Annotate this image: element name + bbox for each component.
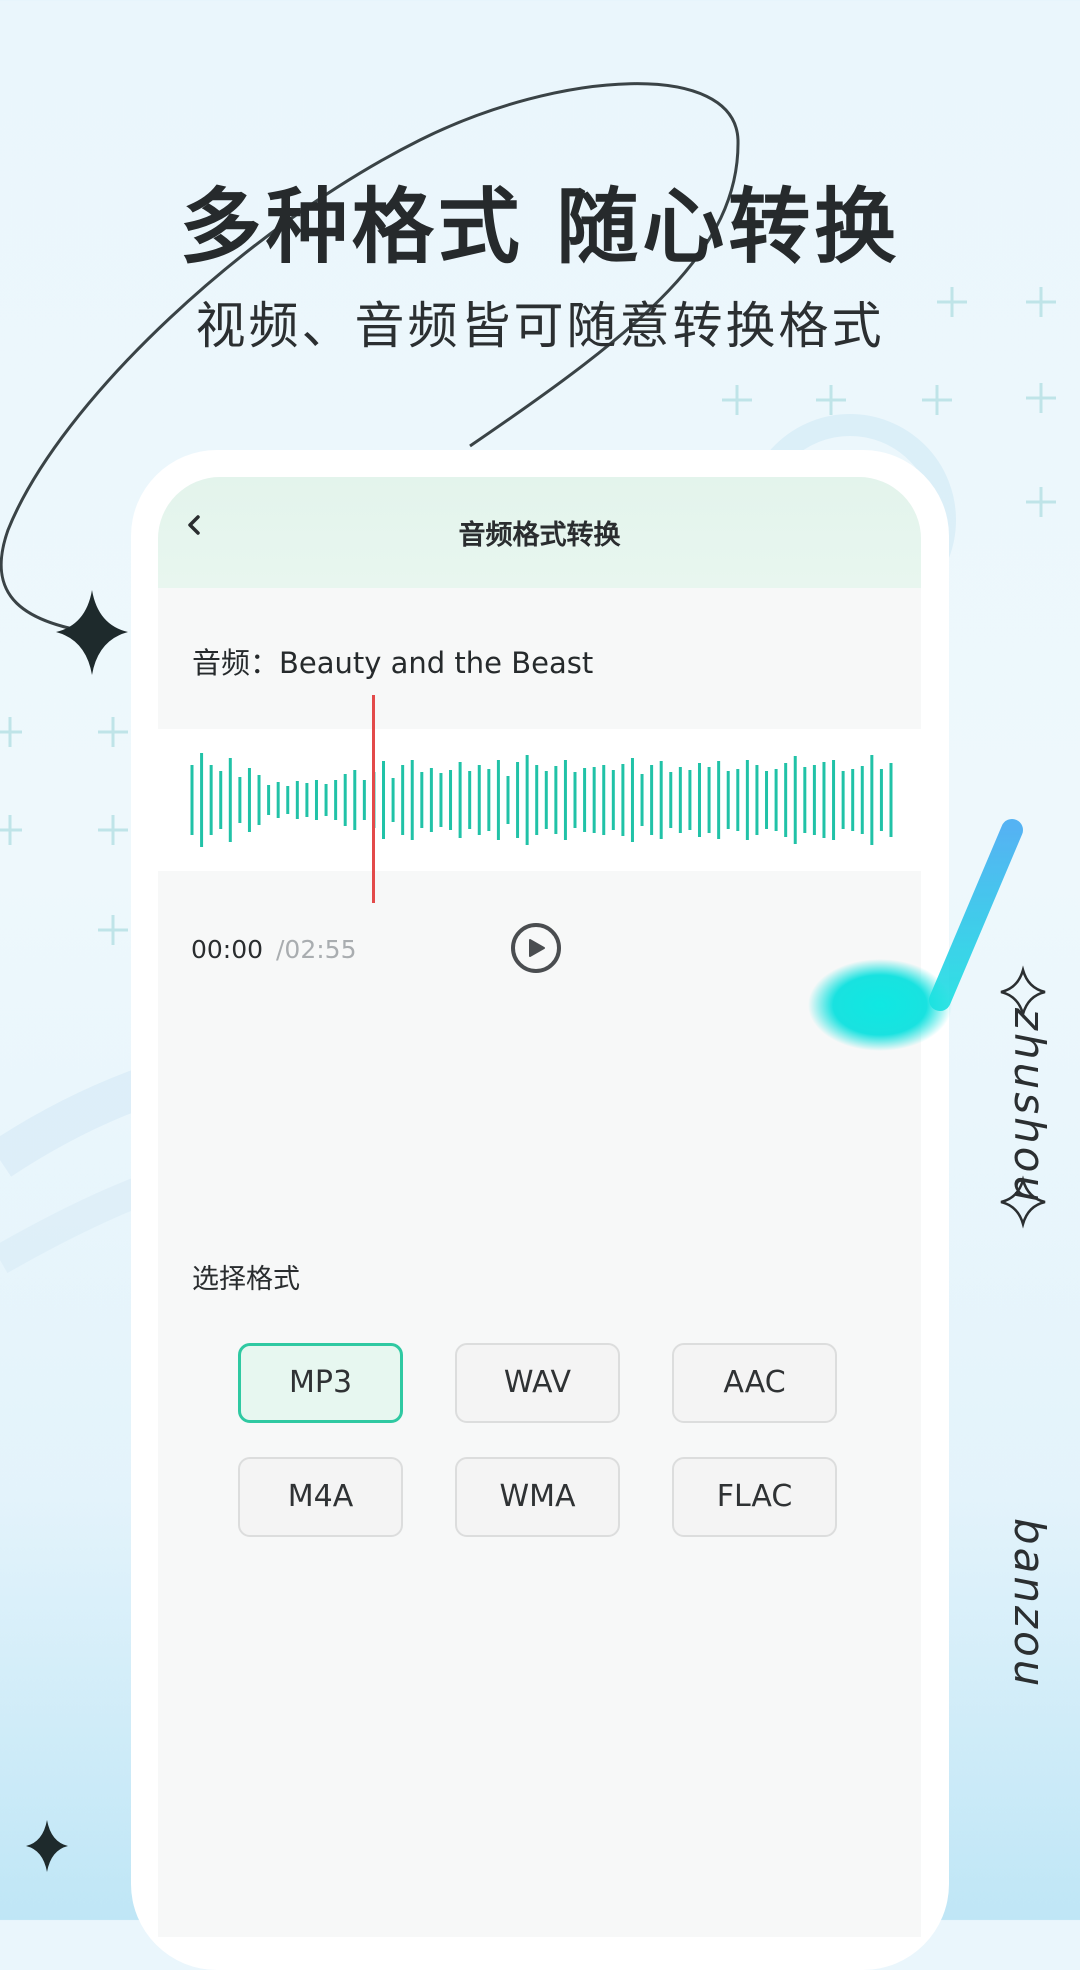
current-time: 00:00 <box>191 935 264 964</box>
page-title: 音频格式转换 <box>458 520 621 551</box>
select-format-label: 选择格式 <box>192 1264 300 1295</box>
promo-subheadline: 视频、音频皆可随意转换格式 <box>195 297 885 355</box>
side-text-1: zhushou <box>1005 1008 1054 1206</box>
side-watermark-text: zhushou banzou <box>1005 968 1070 1689</box>
top-bar: 音频格式转换 <box>158 477 921 588</box>
app-screen: 音频格式转换 音频：Beauty and the Beast 00:00 /02… <box>158 477 921 1937</box>
format-option-m4a[interactable]: M4A <box>238 1457 403 1537</box>
playhead-marker[interactable] <box>372 695 375 903</box>
format-option-aac[interactable]: AAC <box>672 1343 837 1423</box>
format-option-wma[interactable]: WMA <box>455 1457 620 1537</box>
side-text-2: banzou <box>1005 1518 1054 1690</box>
total-duration: /02:55 <box>276 935 357 964</box>
waveform[interactable] <box>158 729 921 871</box>
audio-file-label: 音频：Beauty and the Beast <box>192 646 594 680</box>
format-option-wav[interactable]: WAV <box>455 1343 620 1423</box>
play-button[interactable] <box>511 923 561 973</box>
waveform-bars <box>190 753 893 847</box>
play-icon <box>529 939 545 957</box>
promo-headline: 多种格式 随心转换 <box>179 180 901 275</box>
format-option-mp3[interactable]: MP3 <box>238 1343 403 1423</box>
format-option-flac[interactable]: FLAC <box>672 1457 837 1537</box>
